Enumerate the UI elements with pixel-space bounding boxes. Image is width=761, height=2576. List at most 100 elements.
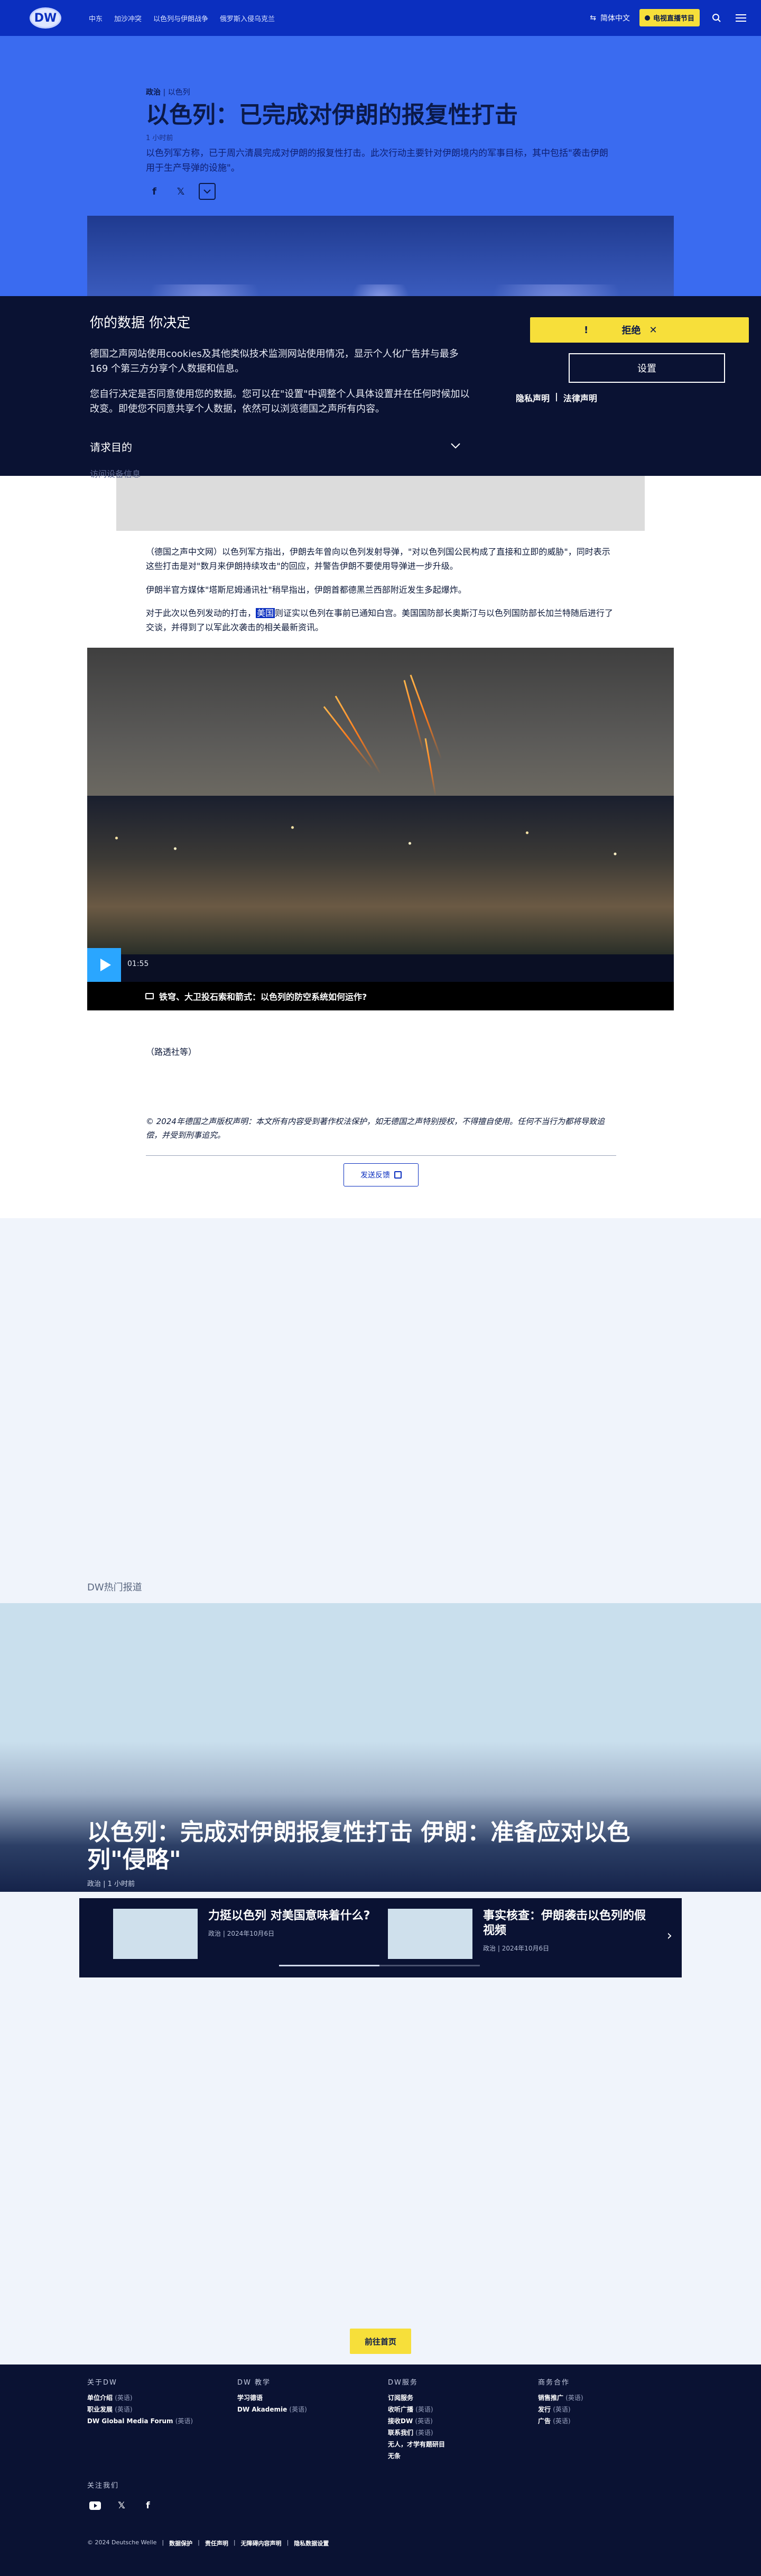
card-title: 事实核查：伊朗袭击以色列的假视频 xyxy=(483,1909,646,1937)
video-caption-text: 铁穹、大卫投石索和箭式：以色列的防空系统如何运作? xyxy=(159,992,367,1002)
follow-us-label: 关注我们 xyxy=(87,2482,119,2490)
footer-link[interactable]: 数据保护 xyxy=(169,2539,192,2547)
footer-link[interactable]: 销售推广 (英语) xyxy=(538,2392,583,2404)
video-caption: 铁穹、大卫投石索和箭式：以色列的防空系统如何运作? xyxy=(87,982,674,1010)
meta-divider: | xyxy=(103,1880,108,1888)
article-source: （路透社等） xyxy=(146,1047,197,1057)
carousel-progress xyxy=(279,1965,480,1966)
dw-logo[interactable]: DW xyxy=(30,7,61,29)
nav-item-middle-east[interactable]: 中东 xyxy=(89,13,103,23)
hot-story-title[interactable]: 以色列：完成对伊朗报复性打击 伊朗：准备应对以色列"侵略" xyxy=(87,1819,674,1874)
language-label: 简体中文 xyxy=(600,14,630,23)
footer-col-business: 商务合作 销售推广 (英语) 发行 (英语) 广告 (英语) xyxy=(538,2377,583,2427)
footer-col-title: 关于DW xyxy=(87,2379,117,2387)
card-date: 2024年10月6日 xyxy=(227,1930,275,1937)
language-selector[interactable]: ⇆ 简体中文 xyxy=(590,13,630,23)
nav-item-gaza[interactable]: 加沙冲突 xyxy=(114,13,142,23)
facebook-icon[interactable]: f xyxy=(146,183,163,200)
video-sky xyxy=(87,648,674,801)
footer-link[interactable]: 收听广播 (英语) xyxy=(388,2404,445,2415)
video-player[interactable]: 01:55 xyxy=(87,648,674,982)
menu-icon[interactable] xyxy=(734,11,748,25)
footer-link[interactable]: 广告 (英语) xyxy=(538,2415,583,2427)
card-meta: 政治 | 2024年10月6日 xyxy=(208,1930,275,1937)
kicker-tag[interactable]: 以色列 xyxy=(168,88,190,97)
live-icon xyxy=(644,15,650,21)
carousel-progress-fill xyxy=(279,1965,379,1966)
carousel-card[interactable]: 事实核查：伊朗袭击以色列的假视频 政治 | 2024年10月6日 xyxy=(388,1909,652,1962)
footer-link[interactable]: 单位介绍 (英语) xyxy=(87,2392,193,2404)
close-icon: ✕ xyxy=(649,324,657,336)
cookie-title: 你的数据 你决定 xyxy=(90,315,191,331)
article-lead: 以色列军方称，已于周六清晨完成对伊朗的报复性打击。此次行动主要针对伊朗境内的军事… xyxy=(146,148,608,173)
play-button[interactable] xyxy=(87,948,121,982)
home-button[interactable]: 前往首页 xyxy=(350,2329,411,2354)
footer-link[interactable]: 接收DW (英语) xyxy=(388,2415,445,2427)
footer-col-title: 商务合作 xyxy=(538,2379,570,2387)
cookie-purpose-item: 访问设备信息 xyxy=(90,469,141,479)
card-body: 事实核查：伊朗袭击以色列的假视频 政治 | 2024年10月6日 xyxy=(483,1909,652,1962)
live-tv-button[interactable]: 电视直播节目 xyxy=(639,9,700,26)
feedback-label: 发送反馈 xyxy=(360,1171,390,1180)
share-more-icon[interactable] xyxy=(199,183,216,200)
footer-link[interactable]: DW Akademie (英语) xyxy=(237,2404,307,2415)
article-title: 以色列：已完成对伊朗的报复性打击 xyxy=(146,102,518,128)
video-duration: 01:55 xyxy=(127,960,149,968)
privacy-link[interactable]: 隐私声明 xyxy=(516,391,550,404)
feedback-button[interactable]: 发送反馈 xyxy=(344,1163,419,1186)
cookie-legal-links: 隐私声明 | 法律声明 xyxy=(516,391,597,404)
legal-divider: | xyxy=(555,391,558,401)
footer-link[interactable]: 订阅服务 xyxy=(388,2392,445,2404)
main-nav: 中东 加沙冲突 以色列与伊朗战争 俄罗斯入侵乌克兰 xyxy=(89,13,275,23)
card-title: 力挺以色列 对美国意味着什么? xyxy=(208,1909,370,1922)
kicker-category[interactable]: 政治 xyxy=(146,88,161,97)
chevron-down-icon[interactable] xyxy=(450,439,461,452)
article-paragraph: 对于此次以色列发动的打击， 美国 则证实以色列在事前已通知白宫。美国国防部长奥斯汀与… xyxy=(146,606,616,634)
card-body: 力挺以色列 对美国意味着什么? 政治 | 2024年10月6日 xyxy=(208,1909,377,1962)
card-thumbnail xyxy=(388,1909,472,1959)
card-date: 2024年10月6日 xyxy=(502,1945,550,1952)
footer-link[interactable]: 联系我们 (英语) xyxy=(388,2427,445,2439)
footer-link[interactable]: 隐私数据设置 xyxy=(294,2539,329,2547)
chevron-right-icon[interactable]: › xyxy=(667,1928,672,1944)
kicker-divider: | xyxy=(163,88,168,97)
card-meta: 政治 | 2024年10月6日 xyxy=(483,1945,550,1952)
footer-link[interactable]: 职业发展 (英语) xyxy=(87,2404,193,2415)
story-carousel: 力挺以色列 对美国意味着什么? 政治 | 2024年10月6日 事实核查：伊朗袭… xyxy=(79,1898,682,1977)
footer-link[interactable]: 责任声明 xyxy=(205,2539,228,2547)
footer-copyright: © 2024 Deutsche Welle xyxy=(87,2539,157,2546)
carousel-card[interactable]: 力挺以色列 对美国意味着什么? 政治 | 2024年10月6日 xyxy=(113,1909,377,1962)
nav-item-ukraine[interactable]: 俄罗斯入侵乌克兰 xyxy=(220,13,275,23)
usa-link[interactable]: 美国 xyxy=(256,608,275,618)
footer-col-about: 关于DW 单位介绍 (英语) 职业发展 (英语) DW Global Media… xyxy=(87,2377,193,2427)
footer-link[interactable]: 无条 xyxy=(388,2450,445,2462)
cookie-purpose-toggle[interactable]: 请求目的 xyxy=(90,439,132,454)
footer-col-services: DW服务 订阅服务 收听广播 (英语) 接收DW (英语) 联系我们 (英语) … xyxy=(388,2377,445,2462)
article-kicker: 政治 | 以色列 xyxy=(146,87,190,97)
facebook-icon[interactable]: f xyxy=(140,2498,156,2514)
reject-label: 拒绝 xyxy=(621,325,641,336)
reject-button[interactable]: ! 拒绝 ✕ xyxy=(530,317,749,343)
footer-link[interactable]: 无人，才学有题研目 xyxy=(388,2439,445,2450)
footer-link[interactable]: 学习德语 xyxy=(237,2392,307,2404)
nav-item-israel-iran[interactable]: 以色列与伊朗战争 xyxy=(153,13,208,23)
footer-link[interactable]: 发行 (英语) xyxy=(538,2404,583,2415)
video-city-lights xyxy=(87,806,674,912)
footer-link[interactable]: DW Global Media Forum (英语) xyxy=(87,2415,193,2427)
footer-link[interactable]: 无障碍内容声明 xyxy=(241,2539,282,2547)
search-icon[interactable] xyxy=(709,11,724,25)
youtube-icon[interactable] xyxy=(87,2498,103,2514)
hot-section-label: DW热门报道 xyxy=(87,1582,142,1593)
copy-icon xyxy=(394,1171,402,1179)
cookie-text-2: 您自行决定是否同意使用您的数据。您可以在"设置"中调整个人具体设置并在任何时候加… xyxy=(90,389,470,415)
legal-link[interactable]: 法律声明 xyxy=(563,391,597,404)
settings-button[interactable]: 设置 xyxy=(569,353,725,383)
footer-bottom-bar: © 2024 Deutsche Welle | 数据保护 | 责任声明 | 无障碍内容… xyxy=(87,2539,329,2547)
paragraph-text: 对于此次以色列发动的打击， xyxy=(146,608,256,618)
warning-icon: ! xyxy=(584,324,589,336)
x-icon[interactable]: 𝕏 xyxy=(172,183,189,200)
x-icon[interactable]: 𝕏 xyxy=(114,2498,129,2514)
article-paragraph: （德国之声中文网）以色列军方指出，伊朗去年曾向以色列发射导弹，"对以色列国公民构… xyxy=(146,547,610,571)
share-bar: f 𝕏 xyxy=(146,183,216,200)
translate-icon: ⇆ xyxy=(590,13,596,22)
